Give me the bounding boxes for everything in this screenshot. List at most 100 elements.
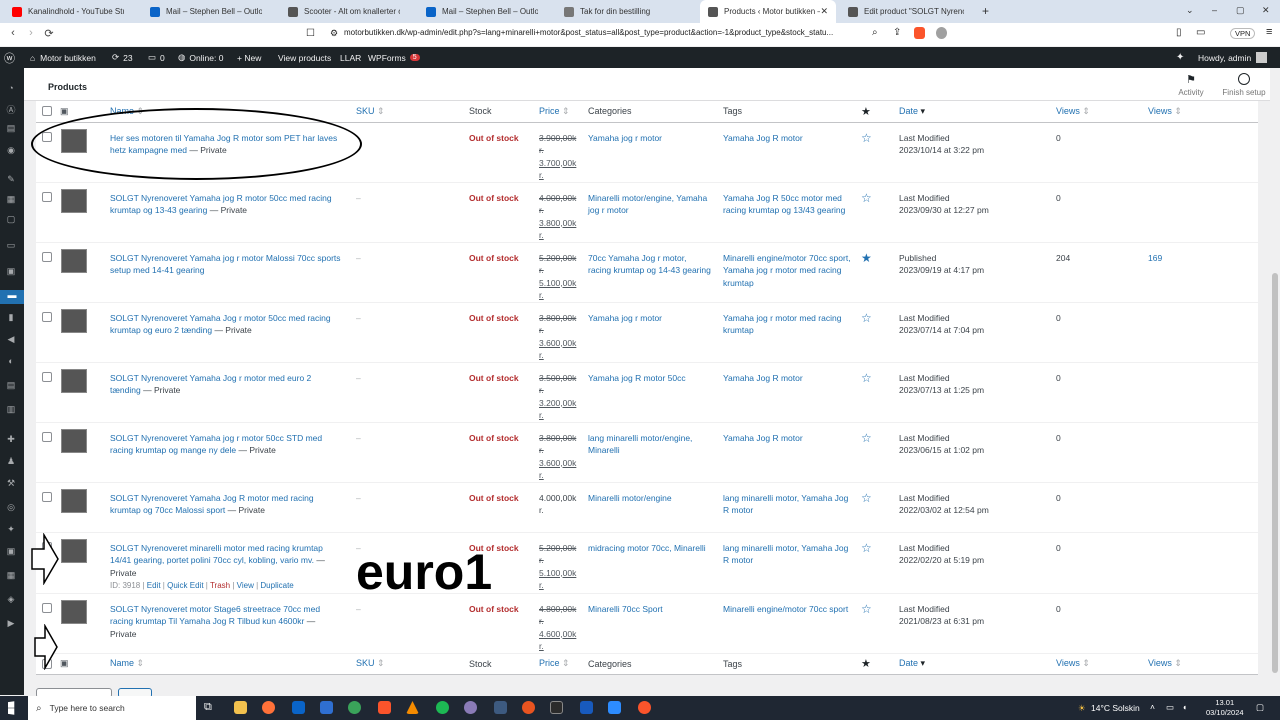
url-field[interactable]: motorbutikken.dk/wp-admin/edit.php?s=lan… xyxy=(344,28,864,41)
rewards-icon[interactable] xyxy=(936,27,947,39)
analytics-icon[interactable]: ▮ xyxy=(4,312,18,323)
product-tags[interactable]: Minarelli engine/motor 70cc sport, Yamah… xyxy=(723,253,851,288)
price-column-footer[interactable]: Price ⇕ xyxy=(539,653,588,675)
pin-icon[interactable]: ✎ xyxy=(4,174,18,185)
obs-icon[interactable] xyxy=(464,701,477,714)
maximize-icon[interactable]: ▢ xyxy=(1236,5,1245,16)
product-categories[interactable]: lang minarelli motor/engine, Minarelli xyxy=(588,433,692,456)
menu-icon[interactable]: ≡ xyxy=(1266,26,1272,38)
row-checkbox[interactable] xyxy=(42,602,52,613)
network-icon[interactable]: ▭ xyxy=(1166,702,1174,713)
video-editor-icon[interactable] xyxy=(320,701,333,714)
product-tags[interactable]: Yamaha Jog R motor xyxy=(723,373,803,383)
trash-link[interactable]: Trash xyxy=(210,581,230,590)
price-column-header[interactable]: Price ⇕ xyxy=(539,101,588,123)
product-thumbnail[interactable] xyxy=(61,248,87,273)
featured-star-outline-icon[interactable]: ☆ xyxy=(861,541,872,555)
tab-close-icon[interactable]: ✕ xyxy=(820,6,828,17)
ubuntu-icon[interactable] xyxy=(522,701,535,714)
featured-star-outline-icon[interactable]: ☆ xyxy=(861,131,872,145)
plugins-icon[interactable]: ✚ xyxy=(4,434,18,445)
back-icon[interactable]: ‹ xyxy=(4,27,22,39)
duplicate-link[interactable]: Duplicate xyxy=(260,581,293,590)
my-account-link[interactable]: Howdy, admin xyxy=(1198,47,1268,68)
product-name-link[interactable]: SOLGT Nyrenoveret minarelli motor med ra… xyxy=(110,543,323,566)
wpforms-link[interactable]: WPForms 5 xyxy=(368,47,420,68)
ai-icon[interactable]: ✦ xyxy=(1176,47,1184,68)
dashboard-icon[interactable]: ◔ xyxy=(4,83,18,94)
product-thumbnail[interactable] xyxy=(61,308,87,333)
finish-setup-button[interactable]: Finish setup xyxy=(1218,73,1270,97)
browser-tab[interactable]: Edit product "SOLGT Nyrenoveret Y xyxy=(840,0,974,23)
llar-link[interactable]: LLAR xyxy=(340,47,361,68)
product-name-link[interactable]: SOLGT Nyrenoveret Yamaha jog r motor 50c… xyxy=(110,433,322,456)
comments-menu-icon[interactable]: ▭ xyxy=(4,240,18,251)
sidebar-toggle-icon[interactable]: ▯ xyxy=(1176,27,1182,38)
row-checkbox[interactable] xyxy=(42,251,52,262)
views-column-header-2[interactable]: Views ⇕ xyxy=(1148,101,1258,123)
product-thumbnail[interactable] xyxy=(61,428,87,453)
product-name-link[interactable]: SOLGT Nyrenoveret Yamaha Jog R motor med… xyxy=(110,493,314,516)
settings-icon[interactable]: ◎ xyxy=(4,502,18,513)
sku-column-footer[interactable]: SKU ⇕ xyxy=(356,653,469,675)
app-icon[interactable] xyxy=(494,701,507,714)
product-thumbnail[interactable] xyxy=(61,188,87,213)
minimize-icon[interactable]: – xyxy=(1212,5,1217,15)
wallet-icon[interactable]: ▭ xyxy=(1196,27,1205,38)
browser-tab[interactable]: Tak for din bestilling xyxy=(556,0,692,23)
product-categories[interactable]: Minarelli motor/engine, Yamaha jog r mot… xyxy=(588,193,707,216)
clock[interactable]: 13.01 03/10/2024 xyxy=(1206,698,1244,718)
featured-star-filled-icon[interactable]: ★ xyxy=(861,251,872,265)
app-icon-2[interactable] xyxy=(550,701,563,714)
new-content-link[interactable]: + New xyxy=(237,47,261,68)
product-tags[interactable]: Yamaha Jog R 50cc motor med racing krumt… xyxy=(723,193,845,216)
product-name-link[interactable]: SOLGT Nyrenoveret motor Stage6 streetrac… xyxy=(110,604,320,627)
templates-icon[interactable]: ▥ xyxy=(4,404,18,415)
comments-link[interactable]: ▭ 0 xyxy=(148,47,165,68)
quick-edit-link[interactable]: Quick Edit xyxy=(167,581,203,590)
updates-link[interactable]: ⟳ 23 xyxy=(112,47,133,68)
edit-link[interactable]: Edit xyxy=(147,581,161,590)
featured-star-outline-icon[interactable]: ☆ xyxy=(861,431,872,445)
firefox-icon[interactable] xyxy=(262,701,275,714)
online-link[interactable]: ◍ Online: 0 xyxy=(178,47,223,68)
forward-icon[interactable]: › xyxy=(22,27,40,39)
browser-tab[interactable]: Products ‹ Motor butikken — W✕ xyxy=(700,0,836,23)
forms-icon[interactable]: ▣ xyxy=(4,266,18,277)
product-categories[interactable]: Yamaha jog r motor xyxy=(588,133,662,143)
row-checkbox[interactable] xyxy=(42,311,52,322)
brave-icon[interactable] xyxy=(378,701,391,714)
appearance-icon[interactable]: ◐ xyxy=(4,356,18,367)
zoom-app-icon[interactable] xyxy=(608,701,621,714)
elementor-icon[interactable]: ◉ xyxy=(4,145,18,156)
bookmark-icon[interactable]: ☐ xyxy=(306,28,315,39)
media-icon[interactable]: ▦ xyxy=(4,194,18,205)
product-tags[interactable]: Yamaha Jog R motor xyxy=(723,433,803,443)
view-link[interactable]: View xyxy=(237,581,254,590)
featured-star-outline-icon[interactable]: ☆ xyxy=(861,491,872,505)
woocommerce-icon[interactable]: ▬ xyxy=(0,290,24,304)
zoom-icon[interactable]: ⌕ xyxy=(872,27,878,38)
elementor-templates-icon[interactable]: ▤ xyxy=(4,380,18,391)
product-tags[interactable]: lang minarelli motor, Yamaha Jog R motor xyxy=(723,543,848,566)
xbox-icon[interactable] xyxy=(348,701,361,714)
mail-icon[interactable] xyxy=(292,701,305,714)
featured-star-outline-icon[interactable]: ☆ xyxy=(861,371,872,385)
wordfence-icon[interactable]: ✦ xyxy=(4,524,18,535)
wordpress-logo-icon[interactable]: ⓦ xyxy=(4,47,18,68)
sku-column-header[interactable]: SKU ⇕ xyxy=(356,101,469,123)
vlc-icon[interactable] xyxy=(406,701,419,714)
vpn-button[interactable]: VPN xyxy=(1230,28,1256,39)
views-count-2[interactable]: 169 xyxy=(1148,253,1162,263)
views-column-footer[interactable]: Views ⇕ xyxy=(1056,653,1148,675)
taskbar-search-box[interactable]: ⌕ Type here to search xyxy=(28,696,196,720)
spotify-icon[interactable] xyxy=(436,701,449,714)
close-window-icon[interactable]: ✕ xyxy=(1262,5,1270,16)
view-products-link[interactable]: View products xyxy=(278,47,331,68)
browser-tab[interactable]: Kanalindhold - YouTube Studio xyxy=(4,0,134,23)
site-name-link[interactable]: ⌂ Motor butikken xyxy=(30,47,96,68)
product-categories[interactable]: Minarelli 70cc Sport xyxy=(588,604,663,614)
jetpack-icon[interactable]: Ⓐ xyxy=(4,103,18,115)
name-column-footer[interactable]: Name ⇕ xyxy=(110,653,356,675)
notifications-icon[interactable]: ▢ xyxy=(1256,702,1264,713)
